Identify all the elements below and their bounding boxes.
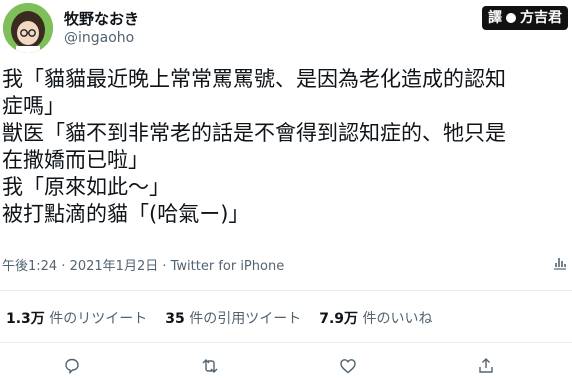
divider <box>0 342 572 343</box>
analytics-icon[interactable] <box>552 255 568 271</box>
display-name[interactable]: 牧野なおき <box>64 8 139 29</box>
quotes-stat[interactable]: 35 件の引用ツイート <box>165 308 301 328</box>
avatar[interactable] <box>3 3 53 53</box>
likes-stat[interactable]: 7.9万 件のいいね <box>319 308 432 328</box>
user-handle[interactable]: @ingaoho <box>64 30 134 46</box>
tweet-header: 牧野なおき @ingaoho 譯 方吉君 <box>0 0 572 62</box>
tweet-line: 症嗎」 <box>2 94 65 118</box>
tweet-line: 我「貓貓最近晚上常常罵罵號、是因為老化造成的認知 <box>2 67 506 91</box>
tweet-actions <box>0 354 572 378</box>
tweet-line: 獣医「貓不到非常老的話是不會得到認知症的、牠只是 <box>2 121 506 145</box>
share-icon[interactable] <box>476 356 496 376</box>
retweet-icon[interactable] <box>200 356 220 376</box>
tweet-line: 在撒嬌而已啦」 <box>2 148 149 172</box>
retweets-stat[interactable]: 1.3万 件のリツイート <box>6 308 147 328</box>
watermark-right: 方吉君 <box>520 10 562 26</box>
likes-label: 件のいいね <box>362 311 433 327</box>
retweets-count: 1.3万 <box>6 311 45 327</box>
quotes-label: 件の引用ツイート <box>189 311 302 327</box>
retweets-label: 件のリツイート <box>49 311 148 327</box>
reply-icon[interactable] <box>62 356 82 376</box>
watermark-dot-icon <box>506 13 516 23</box>
watermark-left: 譯 <box>488 10 502 26</box>
avatar-illustration <box>3 3 53 53</box>
tweet-stats: 1.3万 件のリツイート 35 件の引用ツイート 7.9万 件のいいね <box>6 308 432 328</box>
likes-count: 7.9万 <box>319 311 359 327</box>
tweet-timestamp[interactable]: 午後1:24 · 2021年1月2日 · Twitter for iPhone <box>2 255 284 274</box>
divider <box>0 290 572 291</box>
like-icon[interactable] <box>338 356 358 376</box>
translator-watermark: 譯 方吉君 <box>482 6 568 30</box>
tweet-line: 我「原來如此～」 <box>2 175 170 199</box>
quotes-count: 35 <box>165 311 185 327</box>
tweet-line: 被打點滴的貓「(哈氣ー)」 <box>2 202 250 226</box>
tweet-text: 我「貓貓最近晚上常常罵罵號、是因為老化造成的認知 症嗎」 獣医「貓不到非常老的話… <box>2 66 568 228</box>
